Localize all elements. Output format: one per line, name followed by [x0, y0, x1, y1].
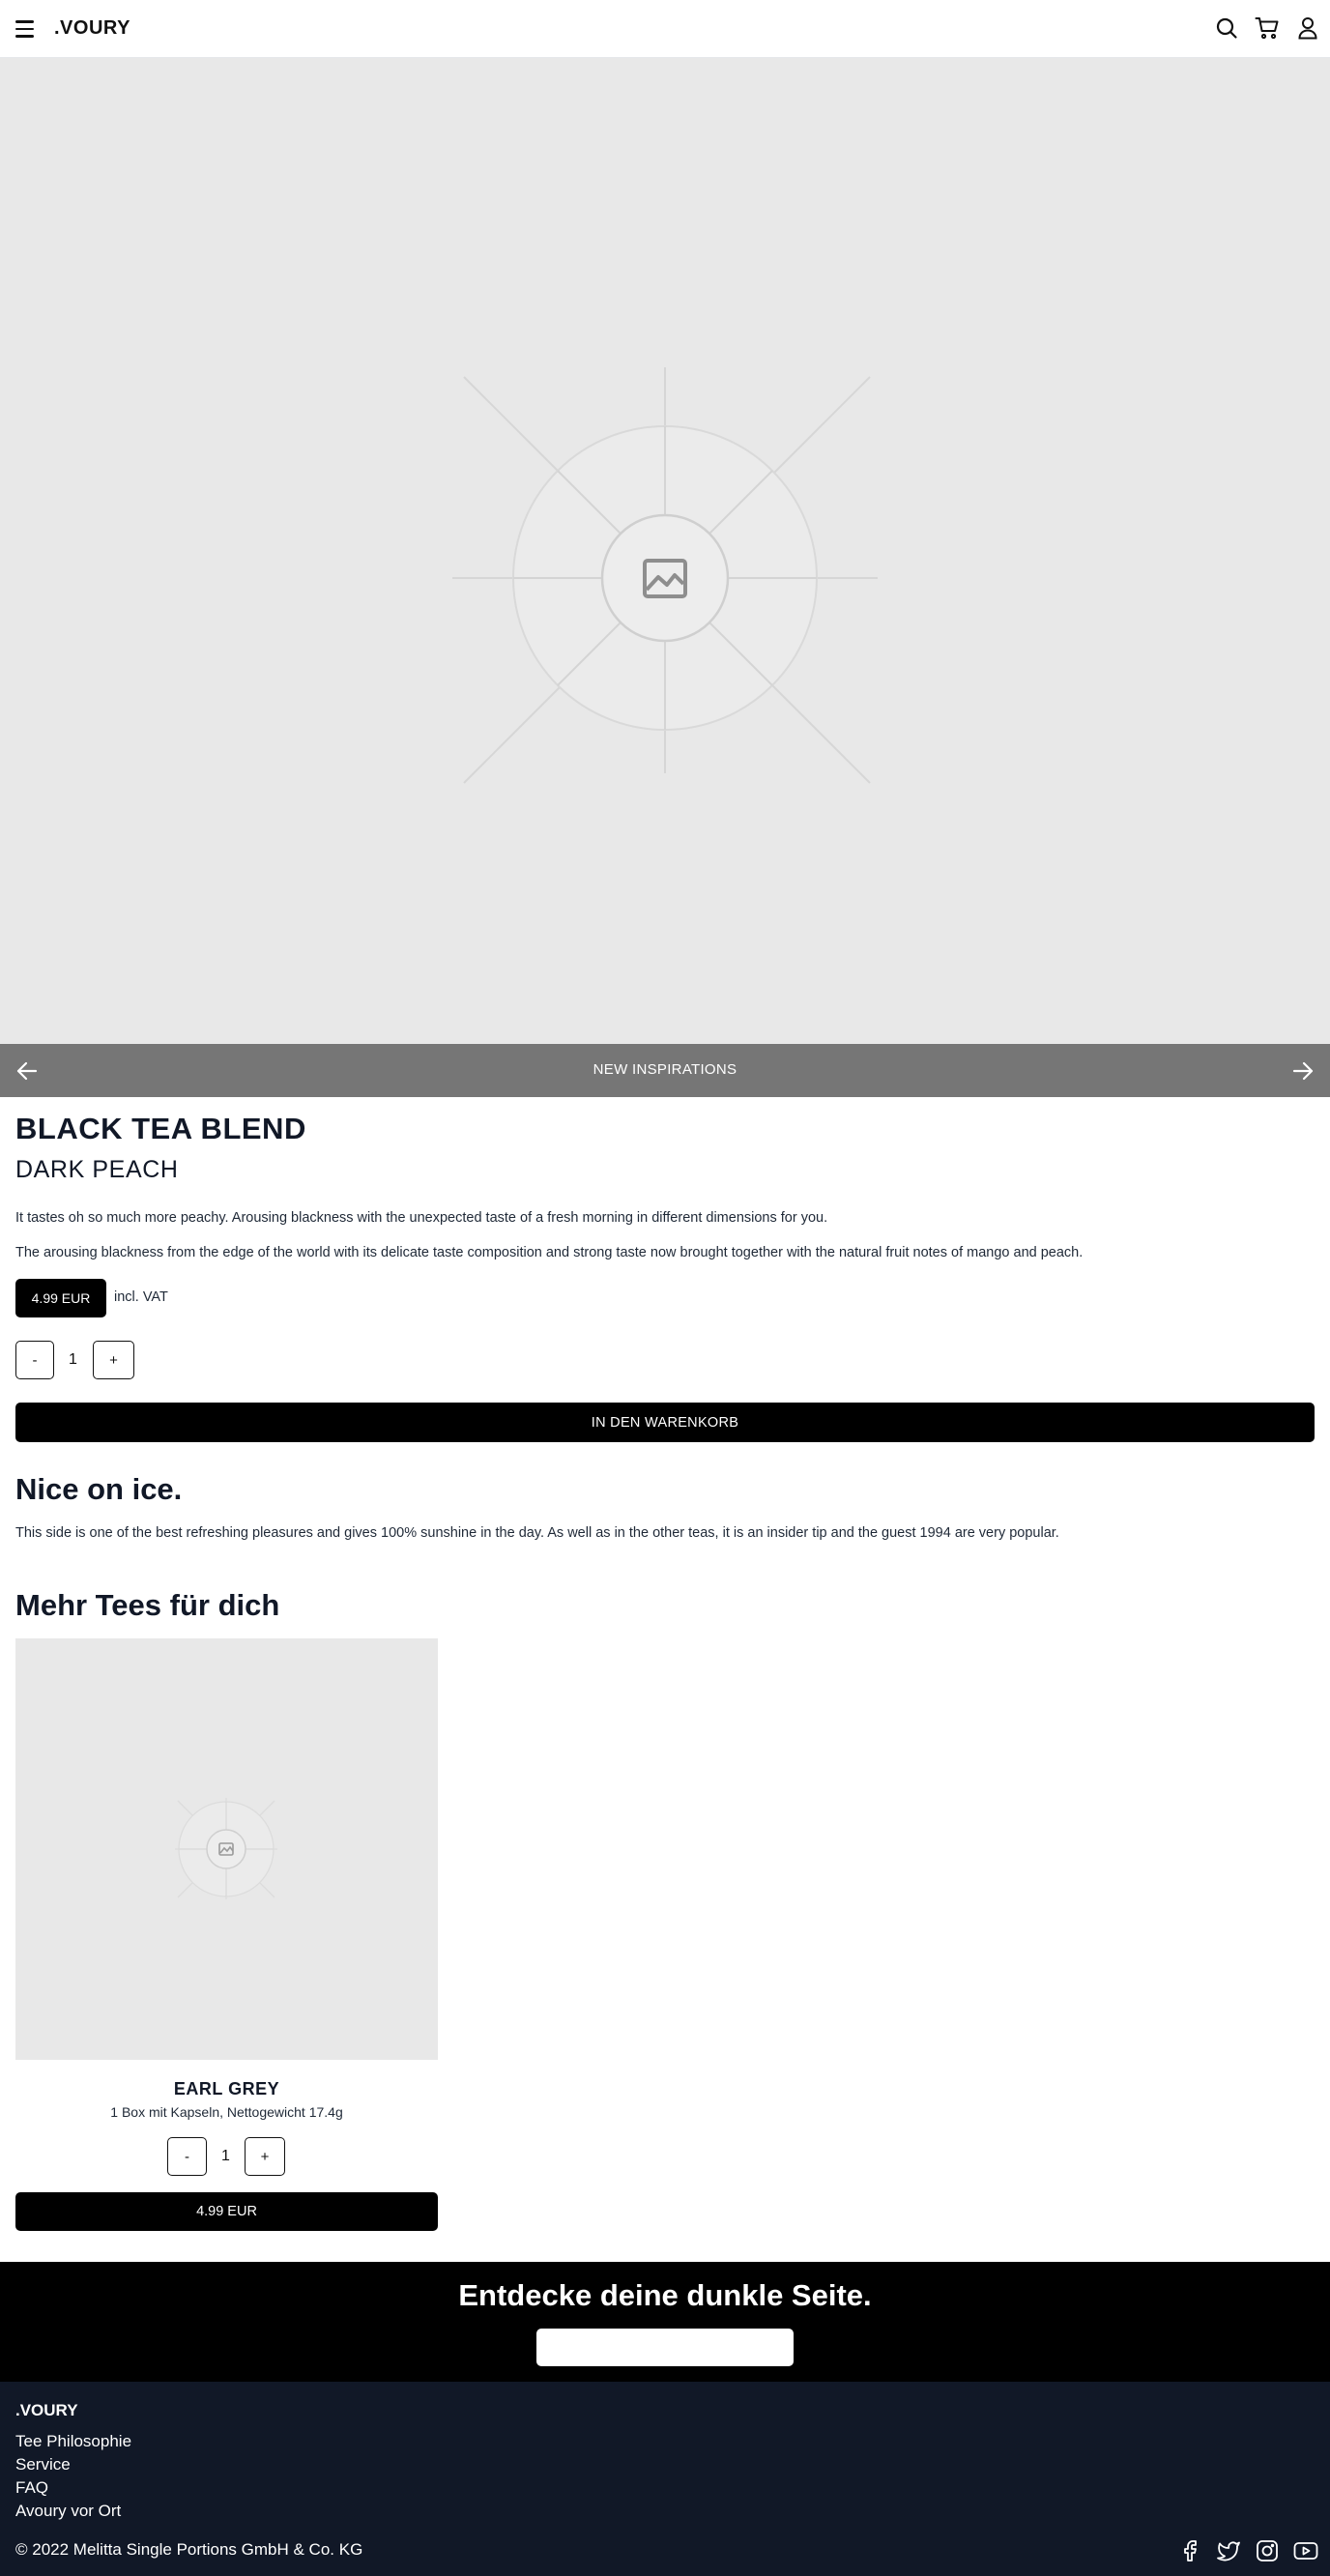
menu-icon[interactable] [15, 16, 39, 42]
hero-image [0, 58, 1330, 1044]
footer-link-faq[interactable]: FAQ [15, 2478, 48, 2498]
site-footer: .VOURY Tee Philosophie Service FAQ Avour… [0, 2382, 1330, 2576]
more-teas-title: Mehr Tees für dich [15, 1588, 280, 1622]
add-to-cart-button[interactable]: IN DEN WARENKORB [15, 1403, 1315, 1442]
user-icon[interactable] [1295, 15, 1320, 41]
quantity-minus-button[interactable]: - [15, 1341, 54, 1379]
facebook-icon[interactable] [1177, 2538, 1202, 2563]
product-title: BLACK TEA BLEND [15, 1112, 306, 1145]
card-add-to-cart-button[interactable]: 4.99 EUR [15, 2192, 438, 2231]
search-icon[interactable] [1214, 15, 1239, 41]
card-quantity-minus-button[interactable]: - [167, 2137, 207, 2176]
product-description-detail: The arousing blackness from the edge of … [15, 1245, 1084, 1260]
card-quantity-plus-button[interactable]: + [245, 2137, 285, 2176]
price-badge: 4.99 EUR [15, 1279, 106, 1317]
youtube-icon[interactable] [1293, 2538, 1318, 2563]
ice-section-title: Nice on ice. [15, 1472, 183, 1506]
image-placeholder-icon [452, 367, 878, 784]
banner-button[interactable] [536, 2329, 794, 2366]
header-actions [1214, 15, 1320, 41]
banner-title: Entdecke deine dunkle Seite. [458, 2278, 872, 2312]
cart-icon[interactable] [1255, 15, 1280, 41]
twitter-icon[interactable] [1216, 2538, 1241, 2563]
quantity-value: 1 [69, 1351, 77, 1368]
dark-side-banner: Entdecke deine dunkle Seite. [0, 2262, 1330, 2382]
product-card-image[interactable] [15, 1638, 438, 2060]
footer-logo[interactable]: .VOURY [15, 2401, 78, 2420]
site-header: .VOURY [0, 0, 1330, 58]
product-subtitle: DARK PEACH [15, 1156, 179, 1183]
instagram-icon[interactable] [1255, 2538, 1280, 2563]
vat-label: incl. VAT [114, 1289, 168, 1305]
product-description: It tastes oh so much more peachy. Arousi… [15, 1210, 828, 1226]
footer-link-tee-philosophie[interactable]: Tee Philosophie [15, 2432, 131, 2451]
site-logo[interactable]: .VOURY [54, 17, 130, 40]
slider-title: NEW INSPIRATIONS [593, 1061, 737, 1078]
card-quantity-value: 1 [221, 2148, 230, 2164]
product-card-name[interactable]: EARL GREY [15, 2079, 438, 2099]
ice-section-text: This side is one of the best refreshing … [15, 1525, 1059, 1541]
image-placeholder-icon [175, 1798, 277, 1899]
product-card-subtitle: 1 Box mit Kapseln, Nettogewicht 17.4g [110, 2104, 343, 2120]
footer-link-avoury-vor-ort[interactable]: Avoury vor Ort [15, 2502, 121, 2521]
footer-link-service[interactable]: Service [15, 2455, 71, 2475]
arrow-right-icon[interactable] [1289, 1057, 1316, 1085]
inspiration-slider: NEW INSPIRATIONS [0, 1044, 1330, 1097]
social-links [1177, 2538, 1318, 2563]
quantity-plus-button[interactable]: + [93, 1341, 134, 1379]
footer-copyright: © 2022 Melitta Single Portions GmbH & Co… [15, 2540, 363, 2559]
